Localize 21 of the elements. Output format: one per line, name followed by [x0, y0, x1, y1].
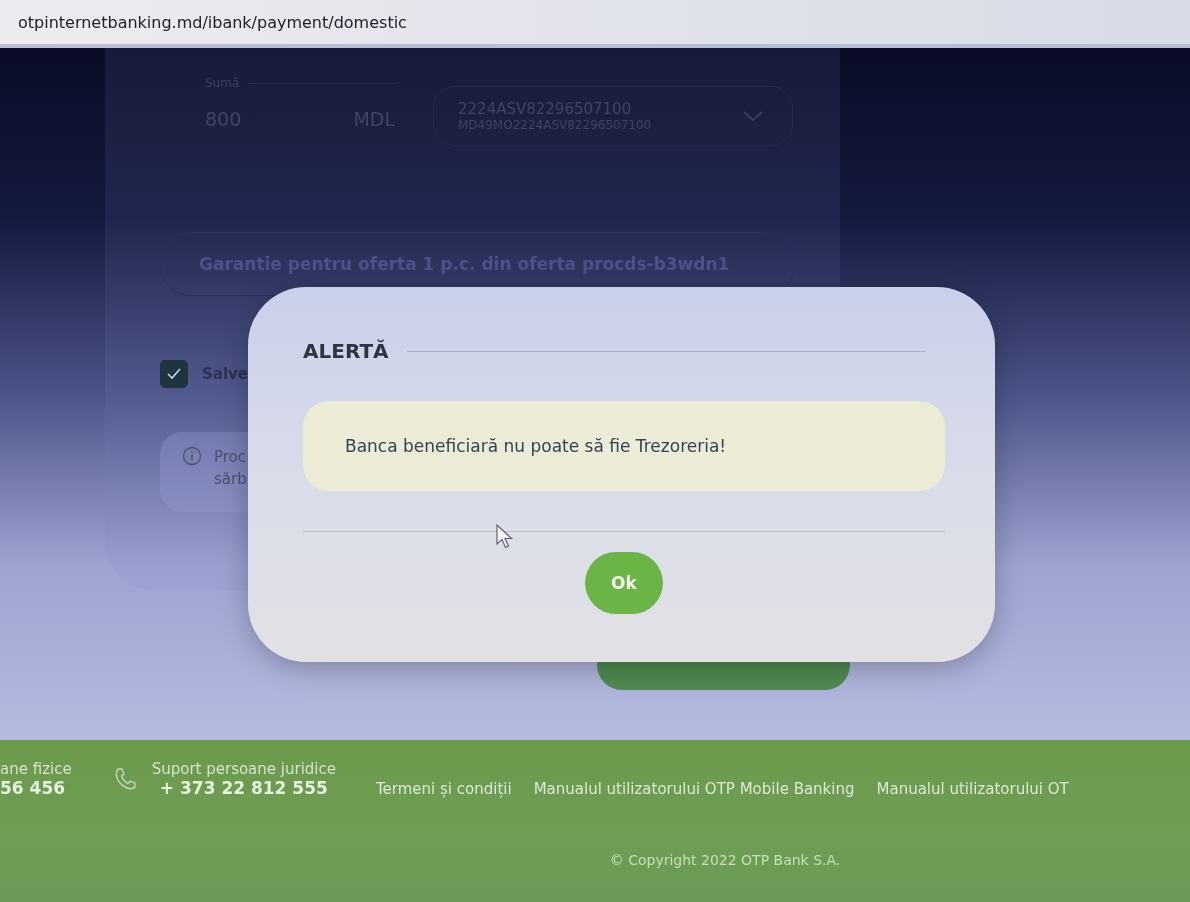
info-text: sărb [214, 469, 247, 490]
info-icon [182, 446, 202, 466]
footer-link[interactable]: Termeni și condiții [376, 780, 512, 798]
info-text: Proc [214, 447, 247, 468]
contact-phone: + 373 22 812 555 [159, 778, 328, 798]
ok-button[interactable]: Ok [585, 552, 663, 614]
url-text: otpinternetbanking.md/ibank/payment/domestic [18, 12, 407, 32]
alert-message: Banca beneficiară nu poate să fie Trezoreria! [345, 436, 727, 456]
dialog-title: ALERTĂ [303, 339, 389, 363]
footer-link[interactable]: Manualul utilizatorului OTP Mobile Banking [533, 780, 855, 798]
pointer-icon [496, 524, 514, 550]
footer-link[interactable]: Manualul utilizatorului OT [876, 780, 1069, 798]
checkbox-label: Salve [202, 365, 249, 383]
checkmark-icon [166, 367, 182, 381]
contact-label: Suport persoane juridice [151, 760, 336, 778]
chevron-down-icon [742, 110, 764, 122]
copyright-text: © Copyright 2022 OTP Bank S.A. [608, 852, 842, 868]
contact-label: ane fizice [0, 760, 72, 778]
contact-phone: 56 456 [0, 778, 67, 798]
address-bar[interactable]: otpinternetbanking.md/ibank/payment/domestic [0, 0, 1190, 48]
checkbox[interactable] [160, 360, 188, 388]
